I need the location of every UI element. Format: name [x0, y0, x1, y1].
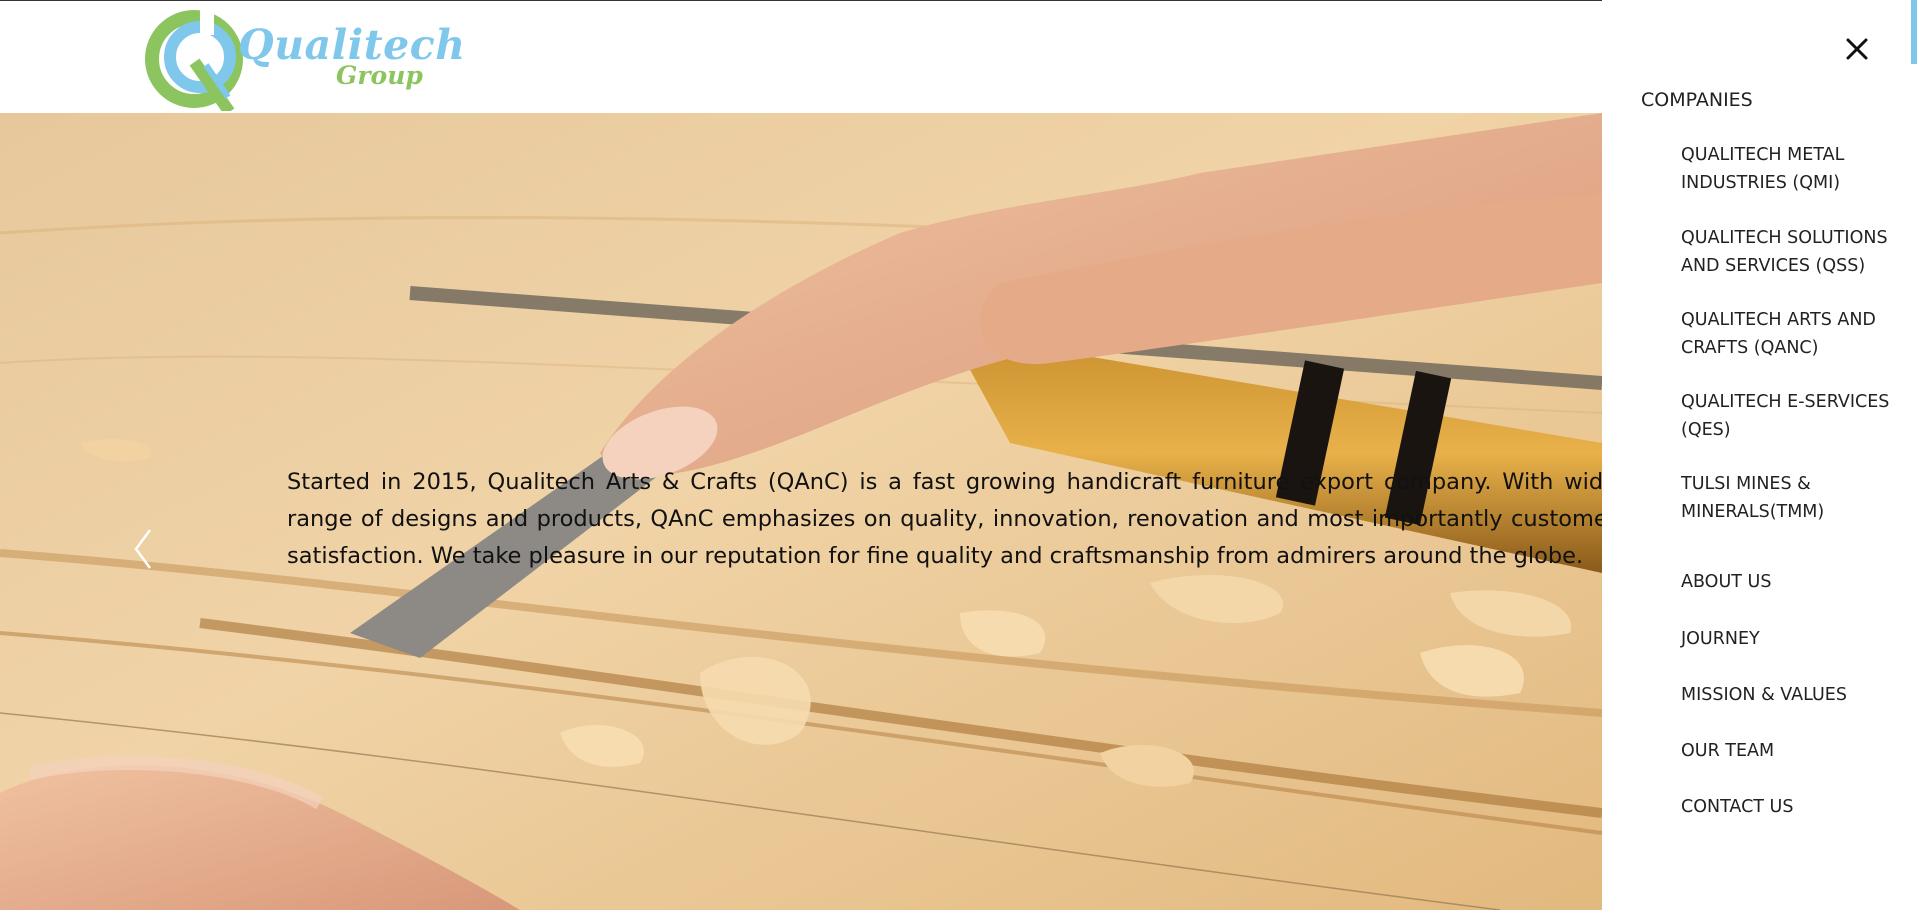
hero-slider: Started in 2015, Qualitech Arts & Crafts…	[0, 113, 1602, 910]
menu-item-qmi[interactable]: QUALITECH METAL INDUSTRIES (QMI)	[1681, 141, 1901, 197]
menu-item-about-us[interactable]: ABOUT US	[1681, 568, 1901, 596]
close-icon[interactable]	[1842, 34, 1872, 64]
page: Qualitech Group Started in 2015, Qualite…	[0, 0, 1917, 910]
menu-heading-companies[interactable]: COMPANIES	[1641, 89, 1753, 111]
menu-item-our-team[interactable]: OUR TEAM	[1681, 737, 1901, 765]
menu-item-mission-values[interactable]: MISSION & VALUES	[1681, 681, 1901, 709]
chevron-left-icon[interactable]	[128, 526, 158, 572]
menu-item-journey[interactable]: JOURNEY	[1681, 625, 1901, 653]
scrollbar-thumb[interactable]	[1911, 0, 1917, 64]
menu-item-qanc[interactable]: QUALITECH ARTS AND CRAFTS (QANC)	[1681, 306, 1901, 362]
qualitech-q-logo-icon	[145, 9, 243, 111]
menu-item-contact-us[interactable]: CONTACT US	[1681, 793, 1901, 821]
logo-subtitle: Group	[336, 61, 423, 90]
menu-item-tmm[interactable]: TULSI MINES & MINERALS(TMM)	[1681, 470, 1901, 526]
site-logo[interactable]: Qualitech Group	[144, 7, 465, 111]
side-menu-panel	[1602, 0, 1917, 910]
menu-item-qes[interactable]: QUALITECH E-SERVICES (QES)	[1681, 388, 1901, 444]
menu-item-qss[interactable]: QUALITECH SOLUTIONS AND SERVICES (QSS)	[1681, 224, 1901, 280]
hero-description: Started in 2015, Qualitech Arts & Crafts…	[287, 468, 1602, 569]
